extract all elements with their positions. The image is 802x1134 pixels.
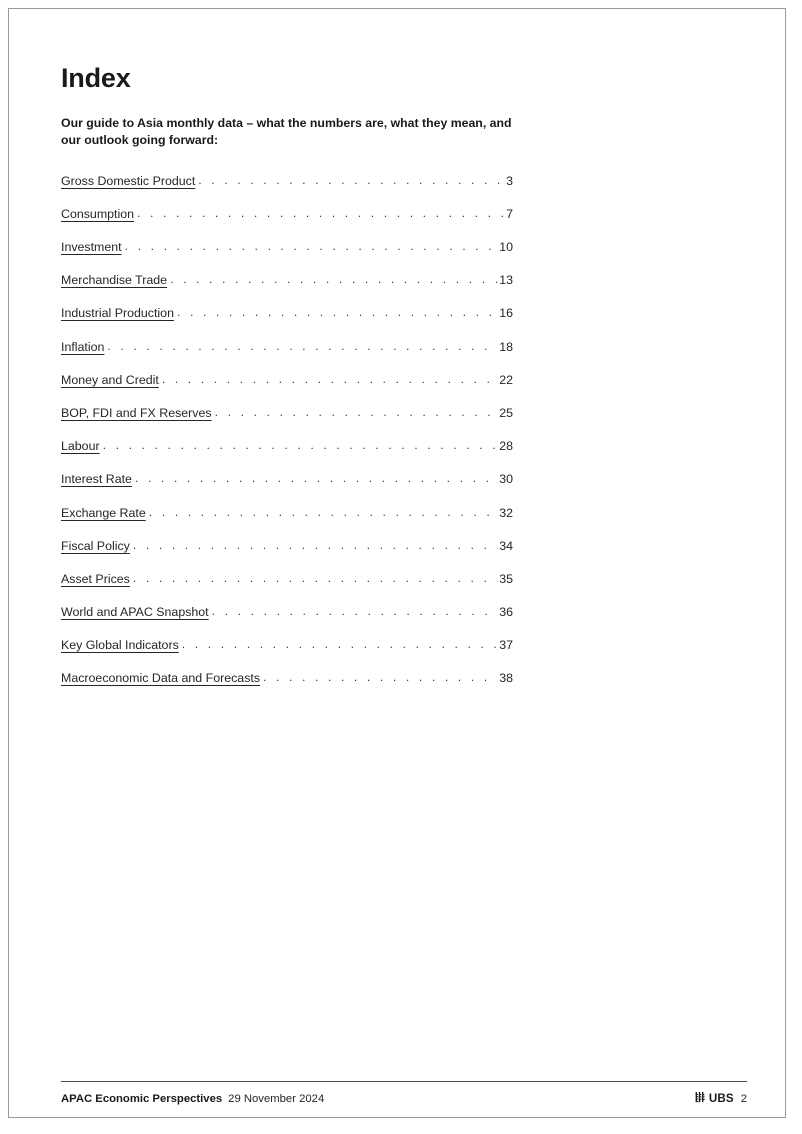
page-subtitle: Our guide to Asia monthly data – what th… [61,115,512,147]
toc-page-number: 34 [499,538,513,553]
toc-leader-dots: . . . . . . . . . . . . . . . . . . . . … [263,670,498,685]
toc-entry-link[interactable]: Interest Rate [61,472,132,486]
toc-page-number: 10 [499,240,513,254]
toc-entry[interactable]: Labour. . . . . . . . . . . . . . . . . … [61,438,513,472]
footer-brand-group: UBS 2 [694,1089,747,1105]
toc-leader-dots: . . . . . . . . . . . . . . . . . . . . … [107,338,498,353]
toc-leader-dots: . . . . . . . . . . . . . . . . . . . . … [132,570,498,585]
toc-page-number: 35 [499,571,513,586]
document-page: Index Our guide to Asia monthly data – w… [8,8,786,1118]
toc-entry-link[interactable]: Money and Credit [61,373,159,387]
toc-page-number: 36 [499,605,513,620]
toc-leader-dots: . . . . . . . . . . . . . . . . . . . . … [134,471,498,486]
toc-page-number: 30 [499,472,513,487]
toc-entry[interactable]: Exchange Rate. . . . . . . . . . . . . .… [61,504,513,539]
footer-row: APAC Economic Perspectives 29 November 2… [61,1089,747,1105]
toc-entry[interactable]: Consumption. . . . . . . . . . . . . . .… [61,205,513,240]
footer-date: 29 November 2024 [228,1093,325,1105]
toc-leader-dots: . . . . . . . . . . . . . . . . . . . . … [161,371,498,386]
toc-leader-dots: . . . . . . . . . . . . . . . . . . . . … [214,404,499,419]
toc-page-number: 32 [499,505,513,520]
toc-entry[interactable]: Fiscal Policy. . . . . . . . . . . . . .… [61,537,513,572]
toc-entry[interactable]: BOP, FDI and FX Reserves. . . . . . . . … [61,404,513,439]
toc-leader-dots: . . . . . . . . . . . . . . . . . . . . … [211,604,499,619]
toc-entry-link[interactable]: Consumption [61,207,134,221]
footer-page-number: 2 [740,1093,747,1105]
footer-divider [61,1081,747,1082]
page-footer: APAC Economic Perspectives 29 November 2… [61,1081,747,1105]
toc-leader-dots: . . . . . . . . . . . . . . . . . . . . … [102,438,499,453]
toc-page-number: 38 [499,671,513,686]
toc-leader-dots: . . . . . . . . . . . . . . . . . . . . … [181,637,498,652]
page-title: Index [61,63,131,93]
toc-page-number: 3 [506,173,513,188]
toc-page-number: 16 [499,306,513,321]
toc-entry-link[interactable]: Asset Prices [61,572,130,586]
toc-leader-dots: . . . . . . . . . . . . . . . . . . . . … [148,504,498,519]
toc-leader-dots: . . . . . . . . . . . . . . . . . . . . … [198,172,505,187]
toc-page-number: 18 [499,339,513,354]
toc-entry-link[interactable]: Gross Domestic Product [61,174,195,188]
toc-entry-link[interactable]: Inflation [61,340,104,354]
toc-page-number: 7 [506,206,513,221]
toc-page-number: 13 [499,273,513,288]
toc-entry[interactable]: Key Global Indicators. . . . . . . . . .… [61,637,513,671]
toc-entry[interactable]: Gross Domestic Product. . . . . . . . . … [61,172,513,207]
toc-entry-link[interactable]: Merchandise Trade [61,273,167,287]
toc-page-number: 22 [499,372,513,387]
toc-leader-dots: . . . . . . . . . . . . . . . . . . . . … [176,305,498,320]
toc-entry-link[interactable]: Macroeconomic Data and Forecasts [61,671,260,685]
toc-entry-link[interactable]: Labour [61,439,100,453]
toc-entry-link[interactable]: Fiscal Policy [61,539,130,553]
toc-entry[interactable]: Industrial Production. . . . . . . . . .… [61,305,513,339]
toc-entry[interactable]: Money and Credit. . . . . . . . . . . . … [61,371,513,406]
ubs-three-keys-icon [694,1090,707,1103]
toc-leader-dots: . . . . . . . . . . . . . . . . . . . . … [124,239,499,253]
toc-entry[interactable]: Asset Prices. . . . . . . . . . . . . . … [61,570,513,605]
toc-leader-dots: . . . . . . . . . . . . . . . . . . . . … [170,272,498,287]
page-content: Index Our guide to Asia monthly data – w… [61,63,513,705]
toc-page-number: 37 [499,638,513,653]
toc-entry-link[interactable]: Industrial Production [61,306,174,320]
toc-entry[interactable]: Interest Rate. . . . . . . . . . . . . .… [61,471,513,505]
toc-page-number: 28 [499,439,513,454]
toc-entry-link[interactable]: World and APAC Snapshot [61,605,209,619]
ubs-wordmark: UBS [708,1092,734,1105]
toc-entry[interactable]: World and APAC Snapshot. . . . . . . . .… [61,604,513,638]
toc-entry[interactable]: Macroeconomic Data and Forecasts. . . . … [61,670,513,704]
toc-entry[interactable]: Inflation. . . . . . . . . . . . . . . .… [61,338,513,373]
toc-entry[interactable]: Investment. . . . . . . . . . . . . . . … [61,239,513,273]
toc-entry-link[interactable]: Exchange Rate [61,506,146,520]
toc-entry-link[interactable]: Key Global Indicators [61,638,179,652]
toc-entry-link[interactable]: BOP, FDI and FX Reserves [61,406,212,420]
toc-entry[interactable]: Merchandise Trade. . . . . . . . . . . .… [61,272,513,306]
toc-leader-dots: . . . . . . . . . . . . . . . . . . . . … [132,537,498,552]
toc-page-number: 25 [499,405,513,420]
toc-entry-link[interactable]: Investment [61,240,122,254]
table-of-contents: Gross Domestic Product. . . . . . . . . … [61,172,513,705]
toc-leader-dots: . . . . . . . . . . . . . . . . . . . . … [137,205,505,220]
footer-document-title: APAC Economic Perspectives [61,1093,223,1105]
